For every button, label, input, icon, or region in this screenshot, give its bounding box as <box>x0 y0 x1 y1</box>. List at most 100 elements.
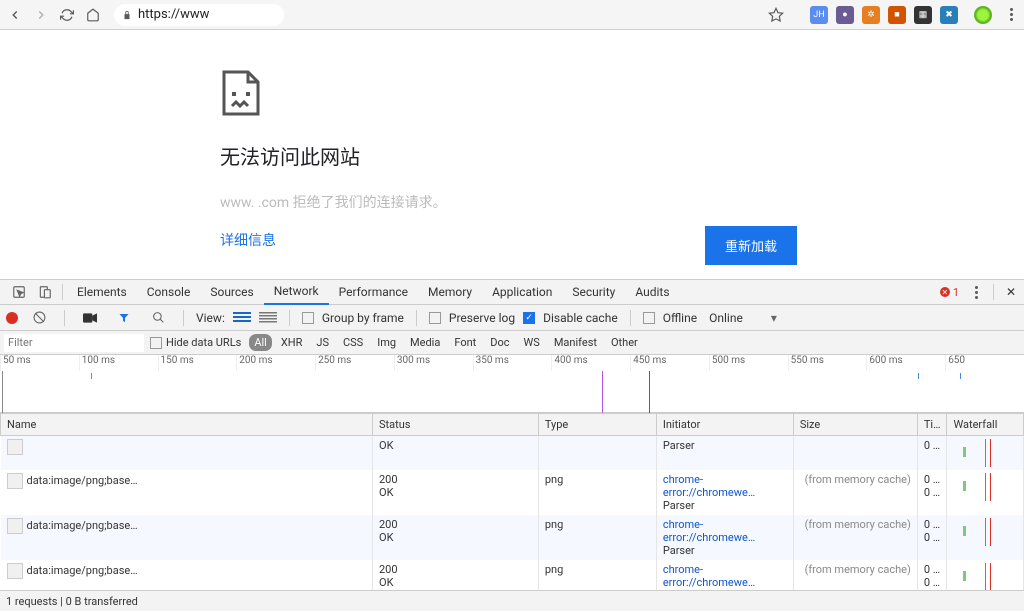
table-row[interactable]: data:image/png;base… 200OK png chrome-er… <box>1 515 1024 560</box>
timeline-mark <box>91 373 92 379</box>
reload-button[interactable] <box>58 6 76 24</box>
initiator-link[interactable]: chrome-error://chromewe… <box>663 563 787 589</box>
extension-icon[interactable]: ✖ <box>940 6 958 24</box>
url-text: https://www <box>138 7 209 22</box>
column-header[interactable]: Type <box>538 414 656 436</box>
extension-icon[interactable]: ● <box>836 6 854 24</box>
file-icon <box>7 473 23 489</box>
timeline-tick: 600 ms <box>866 355 945 371</box>
column-header[interactable]: Waterfall <box>947 414 1024 436</box>
column-header[interactable]: Status <box>373 414 539 436</box>
waterfall-cell <box>953 518 1017 546</box>
size-cell: (from memory cache) <box>793 560 917 590</box>
status-bar: 1 requests | 0 B transferred <box>0 590 1024 611</box>
tab-sources[interactable]: Sources <box>200 279 263 305</box>
column-header[interactable]: Initiator <box>656 414 793 436</box>
filter-icon[interactable] <box>116 310 132 326</box>
forward-button[interactable] <box>32 6 50 24</box>
small-rows-icon[interactable] <box>259 312 277 324</box>
record-button[interactable] <box>6 312 18 324</box>
reload-page-button[interactable]: 重新加载 <box>705 226 797 265</box>
column-header[interactable]: Ti… <box>917 414 947 436</box>
home-button[interactable] <box>84 6 102 24</box>
table-row[interactable]: OK Parser 0 … <box>1 436 1024 471</box>
filter-css[interactable]: CSS <box>338 334 368 351</box>
initiator-text: Parser <box>663 499 787 512</box>
table-row[interactable]: data:image/png;base… 200OK png chrome-er… <box>1 470 1024 515</box>
timeline-overview[interactable]: 50 ms100 ms150 ms200 ms250 ms300 ms350 m… <box>0 355 1024 413</box>
filter-manifest[interactable]: Manifest <box>549 334 602 351</box>
column-header[interactable]: Size <box>793 414 917 436</box>
tab-elements[interactable]: Elements <box>67 279 137 305</box>
timeline-tick: 50 ms <box>0 355 79 371</box>
request-type: png <box>538 515 656 560</box>
group-by-frame-checkbox[interactable] <box>302 312 314 324</box>
tab-audits[interactable]: Audits <box>625 279 679 305</box>
initiator-link[interactable]: chrome-error://chromewe… <box>663 518 787 544</box>
request-name: data:image/png;base… <box>27 564 138 577</box>
profile-avatar[interactable] <box>974 6 992 24</box>
clear-icon[interactable] <box>31 310 47 326</box>
time-cell: 0 …0 … <box>917 470 947 515</box>
filter-media[interactable]: Media <box>405 334 445 351</box>
timeline-tick: 550 ms <box>788 355 867 371</box>
extension-icon[interactable]: ▦ <box>914 6 932 24</box>
extension-icon[interactable]: JH <box>810 6 828 24</box>
large-rows-icon[interactable] <box>233 312 251 324</box>
disable-cache-checkbox[interactable] <box>523 312 535 324</box>
device-icon[interactable] <box>37 284 53 300</box>
time-cell: 0 …0 … <box>917 560 947 590</box>
request-name: data:image/png;base… <box>27 474 138 487</box>
offline-checkbox[interactable] <box>643 312 655 324</box>
disable-cache-label: Disable cache <box>543 311 618 325</box>
status-code: OK <box>379 439 532 452</box>
throttle-select[interactable]: Online <box>709 311 743 325</box>
devtools-tabs: ElementsConsoleSourcesNetworkPerformance… <box>0 279 1024 305</box>
tab-security[interactable]: Security <box>562 279 625 305</box>
preserve-log-checkbox[interactable] <box>429 312 441 324</box>
filter-js[interactable]: JS <box>311 334 334 351</box>
initiator-link[interactable]: chrome-error://chromewe… <box>663 473 787 499</box>
search-icon[interactable] <box>150 310 166 326</box>
timeline-mark <box>2 371 3 413</box>
menu-button[interactable] <box>1004 6 1018 24</box>
details-link[interactable]: 详细信息 <box>220 230 1024 250</box>
filter-all[interactable]: All <box>249 334 272 351</box>
tab-application[interactable]: Application <box>482 279 562 305</box>
file-icon <box>7 563 23 579</box>
extension-icon[interactable]: ✲ <box>862 6 880 24</box>
timeline-tick: 250 ms <box>315 355 394 371</box>
back-button[interactable] <box>6 6 24 24</box>
broken-page-icon <box>220 70 264 116</box>
column-header[interactable]: Name <box>1 414 373 436</box>
filter-input[interactable] <box>4 334 144 352</box>
camera-icon[interactable] <box>82 310 98 326</box>
chevron-down-icon[interactable]: ▾ <box>771 311 777 325</box>
bookmark-button[interactable] <box>762 1 790 29</box>
filter-xhr[interactable]: XHR <box>276 334 308 351</box>
error-title: 无法访问此网站 <box>220 141 1024 170</box>
tab-performance[interactable]: Performance <box>329 279 418 305</box>
error-indicator[interactable]: ✕1 <box>940 286 959 299</box>
extension-icon[interactable]: ■ <box>888 6 906 24</box>
size-cell <box>793 436 917 471</box>
timeline-tick: 350 ms <box>473 355 552 371</box>
tab-console[interactable]: Console <box>137 279 201 305</box>
hide-data-urls-checkbox[interactable] <box>150 337 162 349</box>
table-row[interactable]: data:image/png;base… 200OK png chrome-er… <box>1 560 1024 590</box>
devtools-menu[interactable] <box>969 283 983 301</box>
tab-network[interactable]: Network <box>264 279 329 305</box>
filter-font[interactable]: Font <box>449 334 481 351</box>
size-cell: (from memory cache) <box>793 470 917 515</box>
tab-memory[interactable]: Memory <box>418 279 482 305</box>
close-icon[interactable]: ✕ <box>1003 284 1019 300</box>
filter-ws[interactable]: WS <box>519 334 545 351</box>
request-type: png <box>538 560 656 590</box>
timeline-tick: 300 ms <box>394 355 473 371</box>
filter-img[interactable]: Img <box>372 334 401 351</box>
timeline-tick: 150 ms <box>158 355 237 371</box>
filter-other[interactable]: Other <box>606 334 643 351</box>
inspect-icon[interactable] <box>11 284 27 300</box>
filter-doc[interactable]: Doc <box>485 334 514 351</box>
address-bar[interactable]: https://www <box>114 4 284 26</box>
